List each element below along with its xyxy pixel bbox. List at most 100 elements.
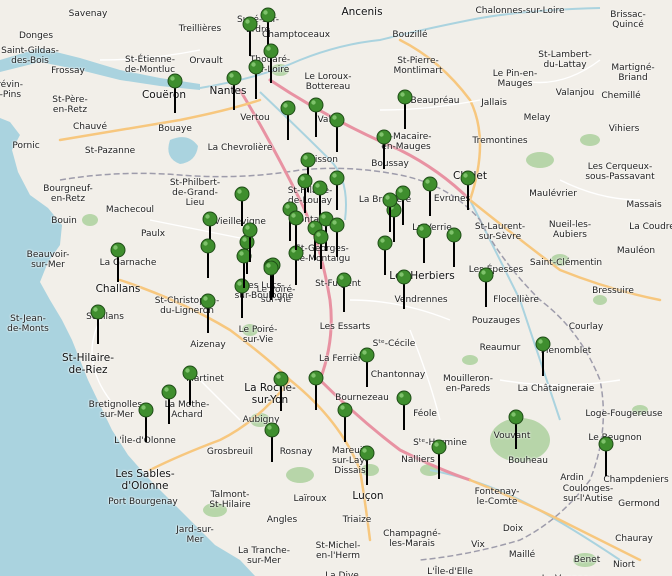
map-marker-pin-icon[interactable] [234, 186, 250, 226]
place-label: Les Sables- d'Olonne [115, 468, 175, 492]
place-label: Féole [413, 409, 437, 419]
map-marker-pin-icon[interactable] [416, 223, 432, 263]
map-marker-pin-icon[interactable] [598, 436, 614, 476]
map-marker-pin-icon[interactable] [337, 402, 353, 442]
place-label: St-Laurent- sur-Sèvre [474, 222, 526, 242]
place-label: Challans [95, 283, 141, 295]
map-marker-pin-icon[interactable] [431, 439, 447, 479]
place-label: Pornic [12, 141, 40, 151]
lake-grand-lieu [168, 137, 198, 164]
map-marker-pin-icon[interactable] [460, 170, 476, 210]
place-label: St-Pierre- Montlimart [393, 56, 443, 76]
place-label: Triaize [342, 515, 372, 525]
map-marker-pin-icon[interactable] [167, 73, 183, 113]
place-label: Tremontines [472, 136, 528, 146]
place-label: St-Philbert- de-Grand- Lieu [169, 178, 221, 208]
map-marker-pin-icon[interactable] [288, 245, 304, 285]
place-label: Flocellière [493, 295, 539, 305]
place-label: Machecoul [105, 205, 155, 215]
map-marker-pin-icon[interactable] [535, 336, 551, 376]
place-label: Maillé [508, 550, 536, 560]
place-label: Treillières [178, 24, 222, 34]
map-marker-pin-icon[interactable] [242, 222, 258, 262]
place-label: Chauray [615, 534, 653, 544]
map-marker-pin-icon[interactable] [478, 267, 494, 307]
place-label: Les Cerqueux- sous-Passavant [585, 162, 655, 182]
place-label: Savenay [68, 9, 108, 19]
map-marker-pin-icon[interactable] [280, 100, 296, 140]
map-marker-pin-icon[interactable] [200, 238, 216, 278]
place-label: Loge-Fougereuse [585, 409, 663, 419]
map-marker-pin-icon[interactable] [329, 170, 345, 210]
map-marker-pin-icon[interactable] [329, 217, 345, 257]
map-marker-pin-icon[interactable] [308, 370, 324, 410]
map-marker-pin-icon[interactable] [248, 59, 264, 99]
place-label: Bouaye [158, 124, 192, 134]
place-label: Champagné- les-Marais [383, 529, 441, 549]
place-label: Ancenis [341, 6, 383, 18]
place-label: Jard-sur- Mer [176, 525, 214, 545]
place-label: Grosbreuil [206, 447, 254, 457]
place-label: Sᵗᵉ-Cécile [372, 339, 416, 349]
place-label: Le Beugnon [588, 433, 642, 443]
place-label: Niort [613, 560, 635, 570]
map-marker-pin-icon[interactable] [273, 371, 289, 411]
place-label: Vihiers [608, 124, 640, 134]
map-marker-pin-icon[interactable] [359, 347, 375, 387]
map-marker-pin-icon[interactable] [508, 409, 524, 449]
map-marker-pin-icon[interactable] [90, 304, 106, 344]
map-marker-pin-icon[interactable] [297, 173, 313, 213]
map-marker-pin-icon[interactable] [161, 384, 177, 424]
map-marker-pin-icon[interactable] [264, 422, 280, 462]
place-label: St-Père- en-Retz [52, 95, 88, 115]
map-marker-pin-icon[interactable] [263, 260, 279, 300]
place-label: Beauvoir- sur-Mer [26, 250, 70, 270]
place-label: Nueil-les- Aubiers [548, 220, 592, 240]
place-label: St-Pazanne [84, 146, 136, 156]
place-label: La Dive [325, 571, 359, 576]
map-marker-pin-icon[interactable] [329, 112, 345, 152]
place-label: St-Jean- de-Monts [7, 314, 49, 334]
place-label: Saint-Clémentin [529, 258, 603, 268]
map-marker-pin-icon[interactable] [336, 272, 352, 312]
map-marker-pin-icon[interactable] [396, 269, 412, 309]
place-label: Martigné- Briand [611, 63, 655, 83]
place-label: St-Lambert- du-Lattay [538, 50, 592, 70]
place-label: Bressuire [592, 286, 634, 296]
place-label: Nalliers [401, 455, 435, 465]
map-marker-pin-icon[interactable] [308, 97, 324, 137]
place-label: St-Étienne- de-Montluc [124, 55, 176, 75]
map-marker-pin-icon[interactable] [182, 365, 198, 405]
map-marker-pin-icon[interactable] [260, 7, 276, 47]
map-marker-pin-icon[interactable] [359, 445, 375, 485]
map-marker-pin-icon[interactable] [422, 176, 438, 216]
place-label: Mauléon [616, 246, 656, 256]
place-label: Le Poiré- sur-Vie [238, 325, 278, 345]
map-marker-pin-icon[interactable] [138, 402, 154, 442]
map-marker-pin-icon[interactable] [242, 16, 258, 56]
map-marker-pin-icon[interactable] [226, 70, 242, 110]
place-label: Ardin [560, 473, 584, 483]
map-marker-pin-icon[interactable] [376, 129, 392, 169]
map-viewport[interactable]: Ancenis Chalonnes-sur-Loire Brissac- Quinc… [0, 0, 672, 576]
map-marker-pin-icon[interactable] [396, 390, 412, 430]
place-label: Fontenay- le-Comte [474, 487, 520, 507]
place-label: Laïroux [293, 494, 327, 504]
map-marker-pin-icon[interactable] [263, 43, 279, 83]
map-marker-pin-icon[interactable] [382, 192, 398, 232]
place-label: Les Épesses [468, 265, 524, 275]
place-label: Vix [471, 540, 485, 550]
place-label: Beaupréau [410, 96, 460, 106]
place-label: Chalonnes-sur-Loire [475, 6, 565, 16]
map-marker-pin-icon[interactable] [313, 229, 329, 269]
place-label: Angles [266, 515, 298, 525]
map-marker-pin-icon[interactable] [200, 293, 216, 333]
map-marker-pin-icon[interactable] [110, 242, 126, 282]
map-marker-pin-icon[interactable] [446, 227, 462, 267]
place-label: La Châtaigneraie [517, 384, 595, 394]
map-marker-pin-icon[interactable] [288, 210, 304, 250]
place-label: Trévin- s-Pins [0, 80, 23, 100]
place-label: Massais [626, 200, 662, 210]
map-marker-pin-icon[interactable] [397, 89, 413, 129]
place-label: La Coudre [629, 222, 672, 232]
